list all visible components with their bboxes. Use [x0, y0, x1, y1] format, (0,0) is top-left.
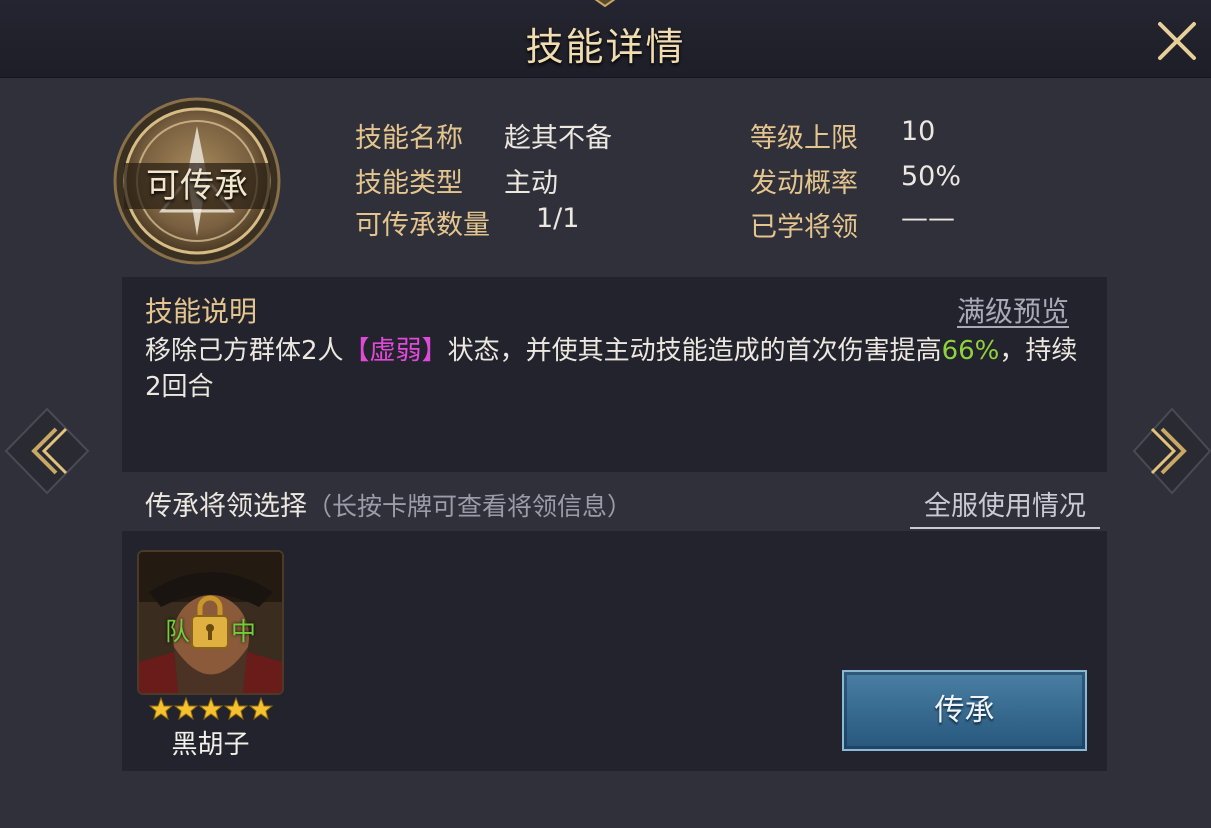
header-ornament-icon: [594, 0, 616, 8]
server-usage-link[interactable]: 全服使用情况: [910, 484, 1100, 529]
team-tag-right: 中: [231, 617, 257, 646]
inherit-count-value-wrap: 1/1: [536, 203, 579, 234]
hero-card[interactable]: 队 中: [137, 550, 284, 695]
learned-generals-label: 已学将领: [750, 212, 858, 243]
skill-name-label: 技能名称: [355, 123, 463, 154]
header-bar: 技能详情: [0, 0, 1211, 78]
skill-name-value-wrap: 趁其不备: [504, 116, 612, 155]
star-icon: [173, 697, 199, 721]
desc-part1: 移除己方群体2人: [145, 336, 344, 366]
skill-type-value: 主动: [504, 168, 558, 199]
skill-name-row: 技能名称: [355, 116, 463, 155]
level-cap-row: 等级上限: [750, 116, 858, 155]
inheritable-badge: 可传承: [124, 163, 270, 209]
inherit-count-value: 1/1: [536, 203, 580, 234]
inherit-count-row: 可传承数量: [355, 203, 490, 242]
next-arrow-icon[interactable]: [1130, 405, 1211, 497]
skill-description-text: 移除己方群体2人【虚弱】状态，并使其主动技能造成的首次伤害提高66%，持续2回合: [145, 333, 1090, 405]
learned-generals-value: ——: [901, 203, 955, 234]
lock-icon: [191, 595, 229, 649]
trigger-rate-value: 50%: [901, 161, 962, 192]
prev-arrow-icon[interactable]: [2, 405, 92, 497]
full-level-preview-link[interactable]: 满级预览: [957, 290, 1069, 330]
heir-selection-hint: （长按卡牌可查看将领信息）: [307, 492, 633, 521]
level-cap-label: 等级上限: [750, 123, 858, 154]
team-tag-left: 队: [165, 617, 191, 646]
page-title: 技能详情: [525, 25, 686, 69]
star-rating: [149, 697, 273, 721]
description-title: 技能说明: [145, 295, 258, 328]
star-icon: [248, 697, 273, 721]
learned-generals-value-wrap: ——: [901, 203, 955, 234]
skill-type-value-wrap: 主动: [504, 161, 558, 200]
level-cap-value-wrap: 10: [901, 116, 935, 147]
star-icon: [198, 697, 224, 721]
heir-selection-title: 传承将领选择: [145, 491, 307, 522]
inherit-button[interactable]: 传承: [842, 670, 1087, 751]
hero-name: 黑胡子: [171, 730, 250, 760]
skill-type-row: 技能类型: [355, 161, 463, 200]
inherit-count-label: 可传承数量: [355, 210, 490, 241]
trigger-rate-value-wrap: 50%: [901, 161, 961, 192]
learned-generals-row: 已学将领: [750, 205, 858, 244]
bonus-value: 66%: [941, 336, 1000, 366]
status-tag: 【虚弱】: [343, 336, 448, 366]
close-icon[interactable]: [1152, 16, 1202, 66]
trigger-rate-label: 发动概率: [750, 168, 858, 199]
desc-part2: 状态，并使其主动技能造成的首次伤害提高: [447, 336, 942, 366]
heir-selection-header: 传承将领选择（长按卡牌可查看将领信息）: [145, 484, 632, 523]
star-icon: [223, 697, 249, 721]
star-icon: [149, 697, 174, 721]
inherit-button-label: 传承: [934, 693, 995, 728]
skill-name-value: 趁其不备: [504, 123, 612, 154]
trigger-rate-row: 发动概率: [750, 161, 858, 200]
skill-type-label: 技能类型: [355, 168, 463, 199]
level-cap-value: 10: [901, 116, 936, 147]
